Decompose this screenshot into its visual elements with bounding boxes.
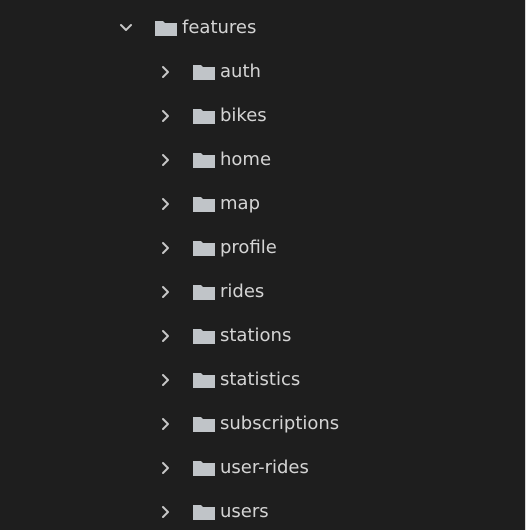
chevron-right-icon[interactable] — [158, 240, 174, 256]
folder-icon — [193, 285, 215, 300]
chevron-right-icon[interactable] — [158, 152, 174, 168]
chevron-right-icon[interactable] — [158, 504, 174, 520]
folder-icon — [155, 21, 177, 36]
tree-item-label: profile — [220, 237, 277, 258]
folder-icon — [193, 109, 215, 124]
folder-icon — [193, 373, 215, 388]
chevron-right-icon[interactable] — [158, 372, 174, 388]
tree-item-label: features — [182, 17, 257, 38]
tree-item-label: auth — [220, 61, 261, 82]
chevron-right-icon[interactable] — [158, 328, 174, 344]
tree-item-label: bikes — [220, 105, 267, 126]
tree-item-profile[interactable]: profile — [158, 233, 277, 263]
chevron-right-icon[interactable] — [158, 108, 174, 124]
chevron-right-icon[interactable] — [158, 196, 174, 212]
tree-item-label: map — [220, 193, 260, 214]
folder-icon — [193, 241, 215, 256]
tree-item-label: users — [220, 501, 269, 522]
tree-item-label: statistics — [220, 369, 301, 390]
folder-icon — [193, 197, 215, 212]
tree-item-label: subscriptions — [220, 413, 340, 434]
folder-icon — [193, 65, 215, 80]
file-explorer: features auth bikes home map profile rid… — [0, 0, 526, 530]
tree-item-stations[interactable]: stations — [158, 321, 291, 351]
tree-item-label: user-rides — [220, 457, 309, 478]
tree-item-home[interactable]: home — [158, 145, 271, 175]
tree-item-label: home — [220, 149, 272, 170]
tree-item-label: stations — [220, 325, 292, 346]
chevron-right-icon[interactable] — [158, 284, 174, 300]
tree-item-auth[interactable]: auth — [158, 57, 261, 87]
folder-icon — [193, 329, 215, 344]
folder-icon — [193, 417, 215, 432]
folder-icon — [193, 153, 215, 168]
chevron-right-icon[interactable] — [158, 64, 174, 80]
tree-item-users[interactable]: users — [158, 497, 269, 527]
tree-item-bikes[interactable]: bikes — [158, 101, 267, 131]
chevron-right-icon[interactable] — [158, 460, 174, 476]
tree-item-map[interactable]: map — [158, 189, 260, 219]
chevron-down-icon[interactable] — [118, 20, 134, 36]
tree-item-user-rides[interactable]: user-rides — [158, 453, 309, 483]
folder-icon — [193, 505, 215, 520]
chevron-right-icon[interactable] — [158, 416, 174, 432]
tree-item-subscriptions[interactable]: subscriptions — [158, 409, 339, 439]
tree-item-features[interactable]: features — [118, 13, 256, 43]
tree-item-statistics[interactable]: statistics — [158, 365, 300, 395]
tree-item-label: rides — [220, 281, 265, 302]
tree-item-rides[interactable]: rides — [158, 277, 264, 307]
folder-icon — [193, 461, 215, 476]
